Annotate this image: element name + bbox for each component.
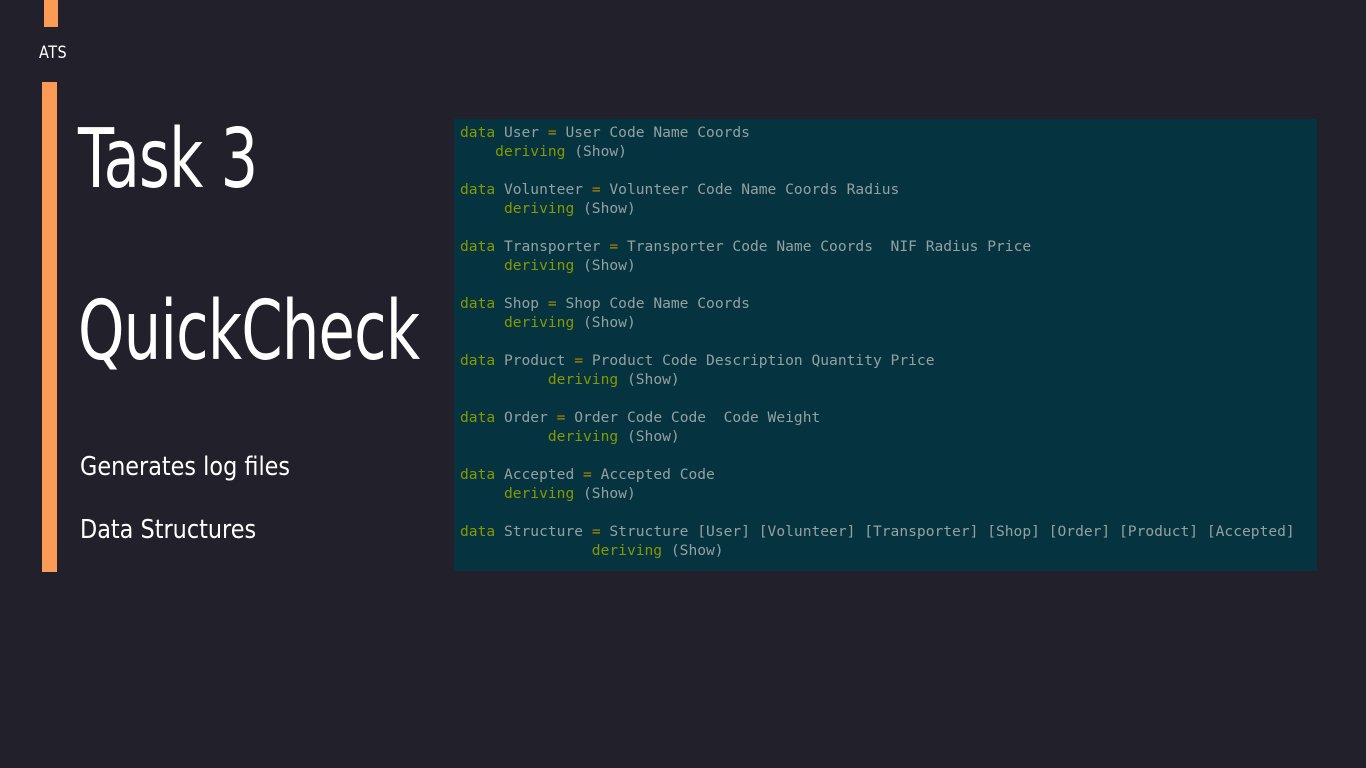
code-operator: = (591, 181, 601, 198)
bullet-data-structures: Data Structures (80, 515, 257, 545)
code-text: User (495, 124, 548, 141)
code-line: deriving (Show) (460, 370, 1295, 389)
code-keyword: data (460, 409, 496, 426)
code-line: deriving (Show) (460, 313, 1295, 332)
code-line: data Shop = Shop Code Name Coords (460, 294, 1295, 313)
slide-title-quickcheck: QuickCheck (78, 284, 420, 379)
code-text: Transporter (495, 238, 610, 255)
code-line: deriving (Show) (460, 484, 1295, 503)
accent-tab (44, 0, 58, 27)
code-keyword: deriving (503, 314, 575, 331)
code-line: data User = User Code Name Coords (460, 123, 1295, 142)
code-text: (Show) (574, 485, 636, 502)
code-text: Shop (495, 295, 548, 312)
code-line: deriving (Show) (460, 199, 1295, 218)
code-line: deriving (Show) (460, 142, 1295, 161)
code-line: data Transporter = Transporter Code Name… (460, 237, 1295, 256)
code-keyword: deriving (503, 485, 575, 502)
code-keyword: data (460, 466, 496, 483)
code-line: deriving (Show) (460, 541, 1295, 560)
code-text: (Show) (618, 428, 680, 445)
code-line: deriving (Show) (460, 256, 1295, 275)
code-keyword: deriving (503, 257, 575, 274)
brand-label: ATS (39, 43, 68, 63)
code-keyword: data (460, 238, 496, 255)
code-line: deriving (Show) (460, 427, 1295, 446)
code-keyword: deriving (503, 200, 575, 217)
code-text: Accepted (495, 466, 584, 483)
code-text: Structure (495, 523, 592, 540)
code-line: data Order = Order Code Code Code Weight (460, 408, 1295, 427)
code-text: (Show) (662, 542, 724, 559)
code-text: Volunteer (495, 181, 592, 198)
code-operator: = (547, 295, 557, 312)
code-line: data Product = Product Code Description … (460, 351, 1295, 370)
code-keyword: data (460, 295, 496, 312)
code-text: (Show) (574, 257, 636, 274)
code-text: (Show) (574, 200, 636, 217)
code-text: Structure [User] [Volunteer] [Transporte… (600, 523, 1295, 540)
code-operator: = (547, 124, 557, 141)
code-screenshot: data User = User Code Name Coords derivi… (454, 119, 1317, 571)
code-text: Volunteer Code Name Coords Radius (600, 181, 900, 198)
code-line: data Volunteer = Volunteer Code Name Coo… (460, 180, 1295, 199)
code-operator: = (583, 466, 592, 483)
code-text: (Show) (618, 371, 680, 388)
code-text: Order (495, 409, 557, 426)
accent-bar (42, 82, 57, 572)
code-operator: = (591, 523, 601, 540)
code-keyword: deriving (547, 428, 619, 445)
code-text: (Show) (574, 314, 636, 331)
code-text: Accepted Code (591, 466, 715, 483)
code-line: data Structure = Structure [User] [Volun… (460, 522, 1295, 541)
code-text: Transporter Code Name Coords NIF Radius … (618, 238, 1032, 255)
code-operator: = (574, 352, 584, 369)
code-text: Product (495, 352, 575, 369)
code-keyword: data (460, 352, 496, 369)
code-keyword: data (460, 124, 496, 141)
code-text: (Show) (565, 143, 627, 160)
code-keyword: deriving (547, 371, 619, 388)
bullet-log-files: Generates log files (80, 452, 291, 482)
code-operator: = (609, 238, 619, 255)
code-keyword: deriving (495, 143, 566, 160)
code-keyword: deriving (591, 542, 663, 559)
code-keyword: data (460, 523, 496, 540)
code-text: User Code Name Coords (556, 124, 750, 141)
code-text: Shop Code Name Coords (556, 295, 750, 312)
code-text: Product Code Description Quantity Price (583, 352, 935, 369)
code-keyword: data (460, 181, 496, 198)
slide-title-task: Task 3 (78, 112, 258, 207)
slide: ATS Task 3 QuickCheck Generates log file… (0, 0, 1366, 768)
code-text: Order Code Code Code Weight (565, 409, 821, 426)
code-line: data Accepted = Accepted Code (460, 465, 1295, 484)
code-block: data User = User Code Name Coords derivi… (460, 123, 1295, 560)
